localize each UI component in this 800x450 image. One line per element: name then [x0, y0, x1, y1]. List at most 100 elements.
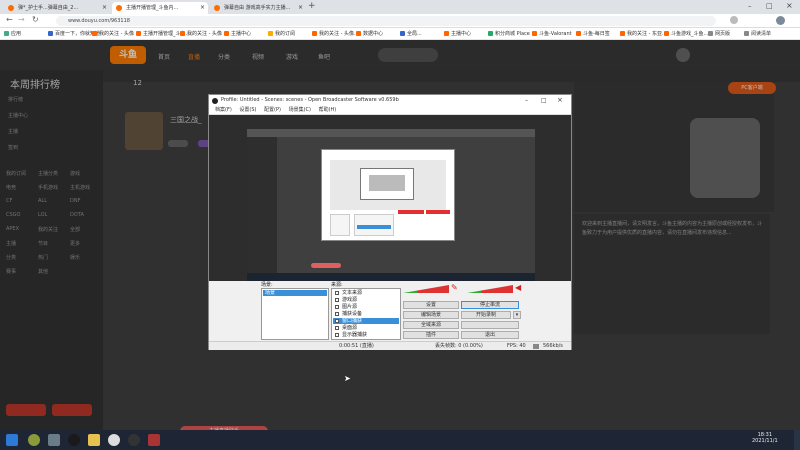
bookmark-item[interactable]: 全局... — [400, 30, 422, 38]
windows-start-icon[interactable] — [6, 434, 18, 446]
audio-meters: ✎ ◀ — [403, 283, 533, 297]
forward-icon[interactable]: → — [18, 15, 25, 24]
bookmark-item[interactable]: 斗鱼-每日签 — [576, 30, 610, 38]
browser-tab[interactable]: 弹*_护士手...弹幕自由_2... × — [4, 2, 110, 14]
global-sources-button[interactable]: 全域来源 — [403, 321, 459, 329]
browser-tab-active[interactable]: 主播开播管理_斗鱼内... × — [112, 2, 208, 14]
bookmark-label: 斗鱼-每日签 — [583, 31, 610, 37]
stream-time: 0:00:51 (直播) — [339, 343, 374, 349]
plugins-button[interactable]: 插件 — [403, 331, 459, 339]
source-item[interactable]: 捕获设备 — [333, 311, 399, 317]
close-window-button[interactable]: × — [786, 1, 793, 10]
source-item[interactable]: 文本来源 — [333, 290, 399, 296]
bookmark-item[interactable]: 网页版 — [708, 30, 730, 38]
obs-statusbar: 0:00:51 (直播) 丢失帧数: 0 (0.00%) FPS: 40 566… — [209, 341, 571, 350]
app-icon[interactable] — [148, 434, 160, 446]
bookmark-item[interactable]: 我的关注 - 头像 — [180, 30, 222, 38]
new-tab-button[interactable]: + — [308, 1, 316, 11]
source-checkbox[interactable] — [335, 291, 339, 295]
stop-stream-button[interactable]: 停止串流 — [461, 301, 519, 309]
bookmark-label: 网页版 — [715, 31, 731, 37]
obs-title: Profile: Untitled - Scenes: scenes - Ope… — [221, 97, 399, 103]
obs-close-button[interactable]: × — [557, 95, 563, 106]
settings-button[interactable]: 设置 — [403, 301, 459, 309]
recording-dropdown-button[interactable]: ▾ — [513, 311, 521, 319]
obs-minimize-button[interactable]: – — [525, 95, 528, 106]
bookmark-item[interactable]: 数据中心 — [356, 30, 383, 38]
maximize-window-button[interactable]: □ — [766, 2, 773, 10]
source-checkbox[interactable] — [335, 326, 339, 330]
back-icon[interactable]: ← — [6, 15, 13, 24]
bookmark-favicon-icon — [488, 31, 493, 36]
source-item[interactable]: 桌面源 — [333, 325, 399, 331]
source-checkbox[interactable] — [335, 333, 339, 337]
folder-icon[interactable] — [88, 434, 100, 446]
bookmark-item[interactable]: 我的关注 - 头像... — [312, 30, 359, 38]
scene-list[interactable]: 场景 — [261, 288, 329, 340]
exit-button[interactable]: 退出 — [461, 331, 519, 339]
mic-icon[interactable]: ✎ — [451, 283, 458, 292]
bookmark-favicon-icon — [576, 31, 581, 36]
source-checkbox[interactable] — [335, 305, 339, 309]
close-icon[interactable]: × — [200, 2, 205, 14]
edit-scene-button[interactable]: 编辑场景 — [403, 311, 459, 319]
source-label: 文本来源 — [342, 290, 363, 296]
bookmark-label: 阅读清单 — [751, 31, 772, 37]
extension-icon[interactable] — [730, 16, 738, 24]
menu-profile[interactable]: 配置(P) — [264, 107, 281, 113]
bookmark-item[interactable]: 我的关注 - 东亚... — [620, 30, 667, 38]
douyu-favicon-icon — [8, 5, 14, 11]
browser-tab-bar: 弹*_护士手...弹幕自由_2... × 主播开播管理_斗鱼内... × 弹幕自由… — [0, 0, 800, 14]
bookmark-item[interactable]: 主播中心 — [444, 30, 471, 38]
source-item[interactable]: 图片源 — [333, 304, 399, 310]
source-checkbox[interactable] — [335, 319, 339, 323]
obs-window: Profile: Untitled - Scenes: scenes - Ope… — [208, 94, 572, 350]
source-checkbox[interactable] — [335, 312, 339, 316]
source-item[interactable]: 窗口捕获 — [333, 318, 399, 324]
steam-icon[interactable] — [48, 434, 60, 446]
source-checkbox[interactable] — [335, 298, 339, 302]
bookmark-label: 全局... — [407, 31, 422, 37]
app-icon[interactable] — [28, 434, 40, 446]
bookmark-favicon-icon — [224, 31, 229, 36]
scene-item[interactable]: 场景 — [263, 290, 327, 296]
obs-taskbar-icon[interactable] — [128, 434, 140, 446]
menu-file[interactable]: 档案(F) — [215, 107, 232, 113]
bookmark-favicon-icon — [664, 31, 669, 36]
bookmark-item[interactable]: 我的订阅 — [268, 30, 295, 38]
bookmark-item[interactable]: 主播中心 — [224, 30, 251, 38]
bookmark-item[interactable]: 斗鱼-Valorant — [532, 30, 572, 38]
menu-scene-collection[interactable]: 场景集(C) — [289, 107, 311, 113]
profile-avatar[interactable] — [776, 16, 785, 25]
start-recording-button[interactable]: 开始录制 — [461, 311, 511, 319]
minimize-window-button[interactable]: – — [748, 2, 752, 10]
speaker-icon[interactable]: ◀ — [515, 283, 521, 292]
qq-icon[interactable] — [68, 434, 80, 446]
obs-maximize-button[interactable]: □ — [541, 95, 547, 106]
url-field[interactable]: www.douyu.com/963118 — [56, 16, 716, 26]
nested-pill — [311, 263, 341, 268]
tab-label: 主播开播管理_斗鱼内... — [126, 5, 179, 11]
show-desktop-button[interactable] — [794, 430, 800, 450]
bookmark-item[interactable]: 我的关注 - 头像 — [92, 30, 134, 38]
menu-help[interactable]: 帮助(H) — [319, 107, 337, 113]
source-item[interactable]: 显示器捕获 — [333, 332, 399, 338]
reload-icon[interactable]: ↻ — [32, 15, 39, 24]
mic-volume-meter[interactable] — [403, 285, 449, 293]
bookmark-label: 我的关注 - 头像... — [319, 31, 359, 37]
source-list[interactable]: 文本来源 游戏源 图片源 捕获设备 窗口捕获 桌面源 显示器捕获 — [331, 288, 401, 340]
menu-settings[interactable]: 设置(S) — [239, 107, 256, 113]
preview-stream-button[interactable] — [461, 321, 519, 329]
source-item[interactable]: 游戏源 — [333, 297, 399, 303]
browser-tab[interactable]: 弹幕自由 游戏高手实力主播... × — [210, 2, 306, 14]
desktop-volume-meter[interactable] — [467, 285, 513, 293]
bookmark-item[interactable]: 斗鱼游戏_斗鱼... — [664, 30, 708, 38]
bookmark-item[interactable]: 阅读清单 — [744, 30, 771, 38]
chrome-icon[interactable] — [108, 434, 120, 446]
close-icon[interactable]: × — [102, 2, 107, 14]
source-label: 图片源 — [342, 304, 358, 310]
close-icon[interactable]: × — [298, 2, 303, 14]
bookmark-item[interactable]: 应用 — [4, 30, 21, 38]
bookmark-item[interactable]: 积分商城 Place — [488, 30, 530, 38]
status-indicator — [533, 344, 539, 349]
